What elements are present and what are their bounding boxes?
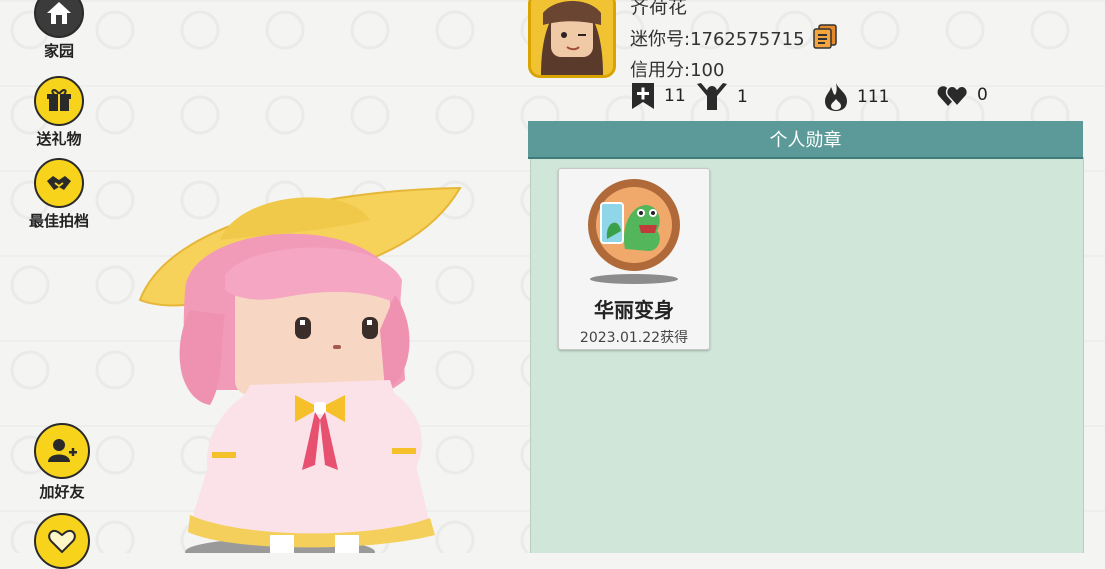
double-heart-icon <box>937 82 969 108</box>
player-name: 齐荷花 <box>630 0 688 18</box>
mini-id: 迷你号:1762575715 <box>630 29 805 50</box>
player-character[interactable] <box>130 180 470 566</box>
medal-date: 2023.01.22获得 <box>579 330 689 346</box>
copy-icon[interactable] <box>812 23 838 49</box>
transformation-medal-icon <box>588 179 680 284</box>
favorites-stat: 11 <box>630 82 686 110</box>
best-partner-label: 最佳拍档 <box>28 212 89 230</box>
fans-stat: 1 <box>695 82 748 112</box>
house-icon <box>34 0 84 38</box>
send-gift-label: 送礼物 <box>36 130 82 148</box>
gift-icon <box>34 76 84 126</box>
fans-icon <box>695 82 729 112</box>
flame-icon <box>823 82 849 112</box>
likes-count: 0 <box>977 85 988 105</box>
favorites-count: 11 <box>664 86 686 106</box>
heart-icon <box>34 513 90 569</box>
popularity-stat: 111 <box>823 82 889 112</box>
best-partner-button[interactable]: 最佳拍档 <box>19 158 99 231</box>
medal-panel-title: 个人勋章 <box>528 121 1083 159</box>
player-avatar[interactable] <box>528 0 616 78</box>
home-button[interactable]: 家园 <box>19 0 99 61</box>
likes-stat: 0 <box>937 82 988 108</box>
medal-name: 华丽变身 <box>594 298 674 322</box>
popularity-count: 111 <box>857 87 890 107</box>
add-friend-label: 加好友 <box>39 483 85 501</box>
handshake-icon <box>34 158 84 208</box>
like-button[interactable] <box>22 513 102 569</box>
send-gift-button[interactable]: 送礼物 <box>19 76 99 149</box>
bookmark-plus-icon <box>630 82 656 110</box>
fans-count: 1 <box>737 87 748 107</box>
medal-card[interactable]: 华丽变身 2023.01.22获得 <box>558 168 710 350</box>
home-label: 家园 <box>43 42 74 60</box>
add-friend-button[interactable]: 加好友 <box>22 423 102 502</box>
credit-score: 信用分:100 <box>630 60 725 81</box>
add-friend-icon <box>34 423 90 479</box>
